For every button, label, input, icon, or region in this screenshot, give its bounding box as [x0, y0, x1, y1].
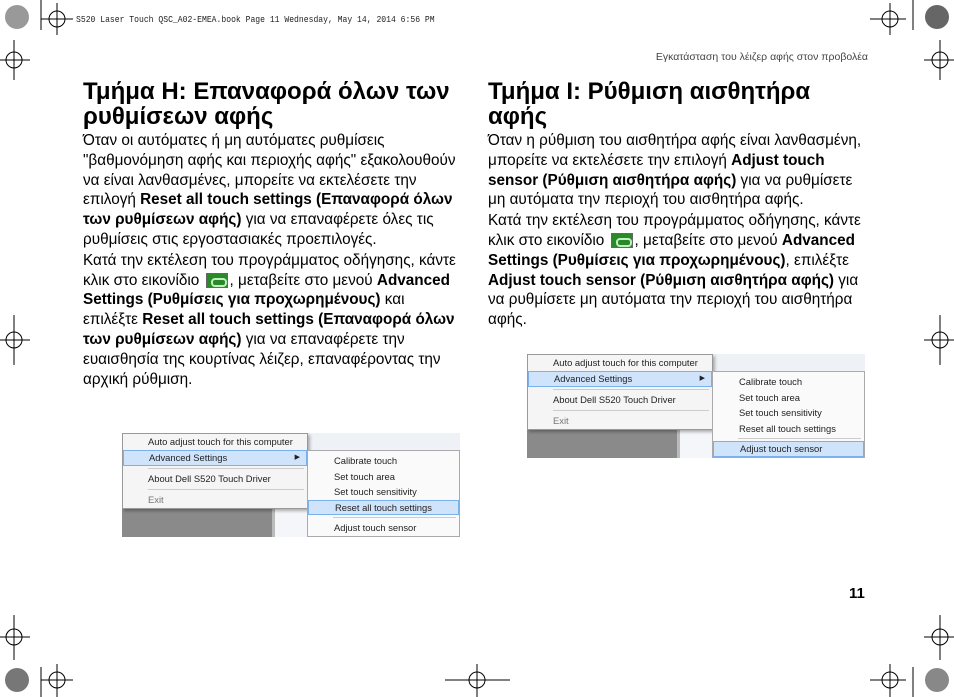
section-h-title: Τμήμα H: Επαναφορά όλων των ρυθμίσεων αφ…: [83, 78, 450, 130]
menu-item-about[interactable]: About Dell S520 Touch Driver: [528, 392, 712, 408]
menu-screenshot-reset: Auto adjust touch for this computer Adva…: [122, 433, 460, 537]
submenu-item-calibrate[interactable]: Calibrate touch: [713, 374, 864, 390]
section-i-para-1: Όταν η ρύθμιση του αισθητήρα αφής είναι …: [488, 131, 868, 210]
text: , μεταβείτε στο μενού: [229, 271, 377, 289]
menu-item-exit[interactable]: Exit: [528, 413, 712, 429]
menu-screenshot-adjust: Auto adjust touch for this computer Adva…: [527, 354, 865, 458]
submenu-item-set-area[interactable]: Set touch area: [713, 390, 864, 406]
submenu: Calibrate touch Set touch area Set touch…: [712, 371, 865, 458]
submenu-item-set-area[interactable]: Set touch area: [308, 469, 459, 485]
context-menu: Auto adjust touch for this computer Adva…: [122, 433, 308, 509]
separator: [333, 517, 456, 518]
section-h-para-1: Όταν οι αυτόματες ή μη αυτόματες ρυθμίσε…: [83, 131, 463, 250]
menu-item-exit[interactable]: Exit: [123, 492, 307, 508]
label: Advanced Settings: [149, 452, 228, 463]
submenu-item-adjust-sensor[interactable]: Adjust touch sensor: [713, 441, 864, 457]
page-number: 11: [849, 585, 865, 602]
menu-item-advanced-settings[interactable]: Advanced Settings ▶: [528, 371, 712, 387]
section-i: Τμήμα I: Ρύθμιση αισθητήρα αφής Όταν η ρ…: [488, 79, 868, 331]
bold-text: Adjust touch sensor (Ρύθμιση αισθητήρα α…: [488, 271, 835, 289]
text: , επιλέξτε: [785, 251, 849, 269]
separator: [738, 438, 861, 439]
separator: [148, 489, 304, 490]
submenu-item-sensitivity[interactable]: Set touch sensitivity: [713, 405, 864, 421]
menu-item-about[interactable]: About Dell S520 Touch Driver: [123, 471, 307, 487]
section-h-para-2: Κατά την εκτέλεση του προγράμματος οδήγη…: [83, 251, 463, 390]
touch-driver-tray-icon: [610, 232, 633, 248]
section-h: Τμήμα H: Επαναφορά όλων των ρυθμίσεων αφ…: [83, 79, 463, 390]
context-menu: Auto adjust touch for this computer Adva…: [527, 354, 713, 430]
submenu-arrow-icon: ▶: [294, 454, 300, 461]
section-i-para-2: Κατά την εκτέλεση του προγράμματος οδήγη…: [488, 211, 868, 330]
submenu-item-calibrate[interactable]: Calibrate touch: [308, 453, 459, 469]
separator: [148, 468, 304, 469]
menu-item-advanced-settings[interactable]: Advanced Settings ▶: [123, 450, 307, 466]
submenu-item-sensitivity[interactable]: Set touch sensitivity: [308, 484, 459, 500]
menu-item-auto-adjust[interactable]: Auto adjust touch for this computer: [123, 434, 307, 450]
menu-item-auto-adjust[interactable]: Auto adjust touch for this computer: [528, 355, 712, 371]
text: , μεταβείτε στο μενού: [634, 231, 782, 249]
submenu-item-reset[interactable]: Reset all touch settings: [308, 499, 459, 515]
submenu-arrow-icon: ▶: [699, 375, 705, 382]
submenu-item-reset[interactable]: Reset all touch settings: [713, 421, 864, 437]
separator: [553, 410, 709, 411]
label: Advanced Settings: [554, 373, 633, 384]
section-i-title: Τμήμα I: Ρύθμιση αισθητήρα αφής: [488, 78, 811, 130]
touch-driver-tray-icon: [205, 272, 228, 288]
submenu: Calibrate touch Set touch area Set touch…: [307, 450, 460, 537]
separator: [553, 389, 709, 390]
submenu-item-adjust-sensor[interactable]: Adjust touch sensor: [308, 520, 459, 536]
